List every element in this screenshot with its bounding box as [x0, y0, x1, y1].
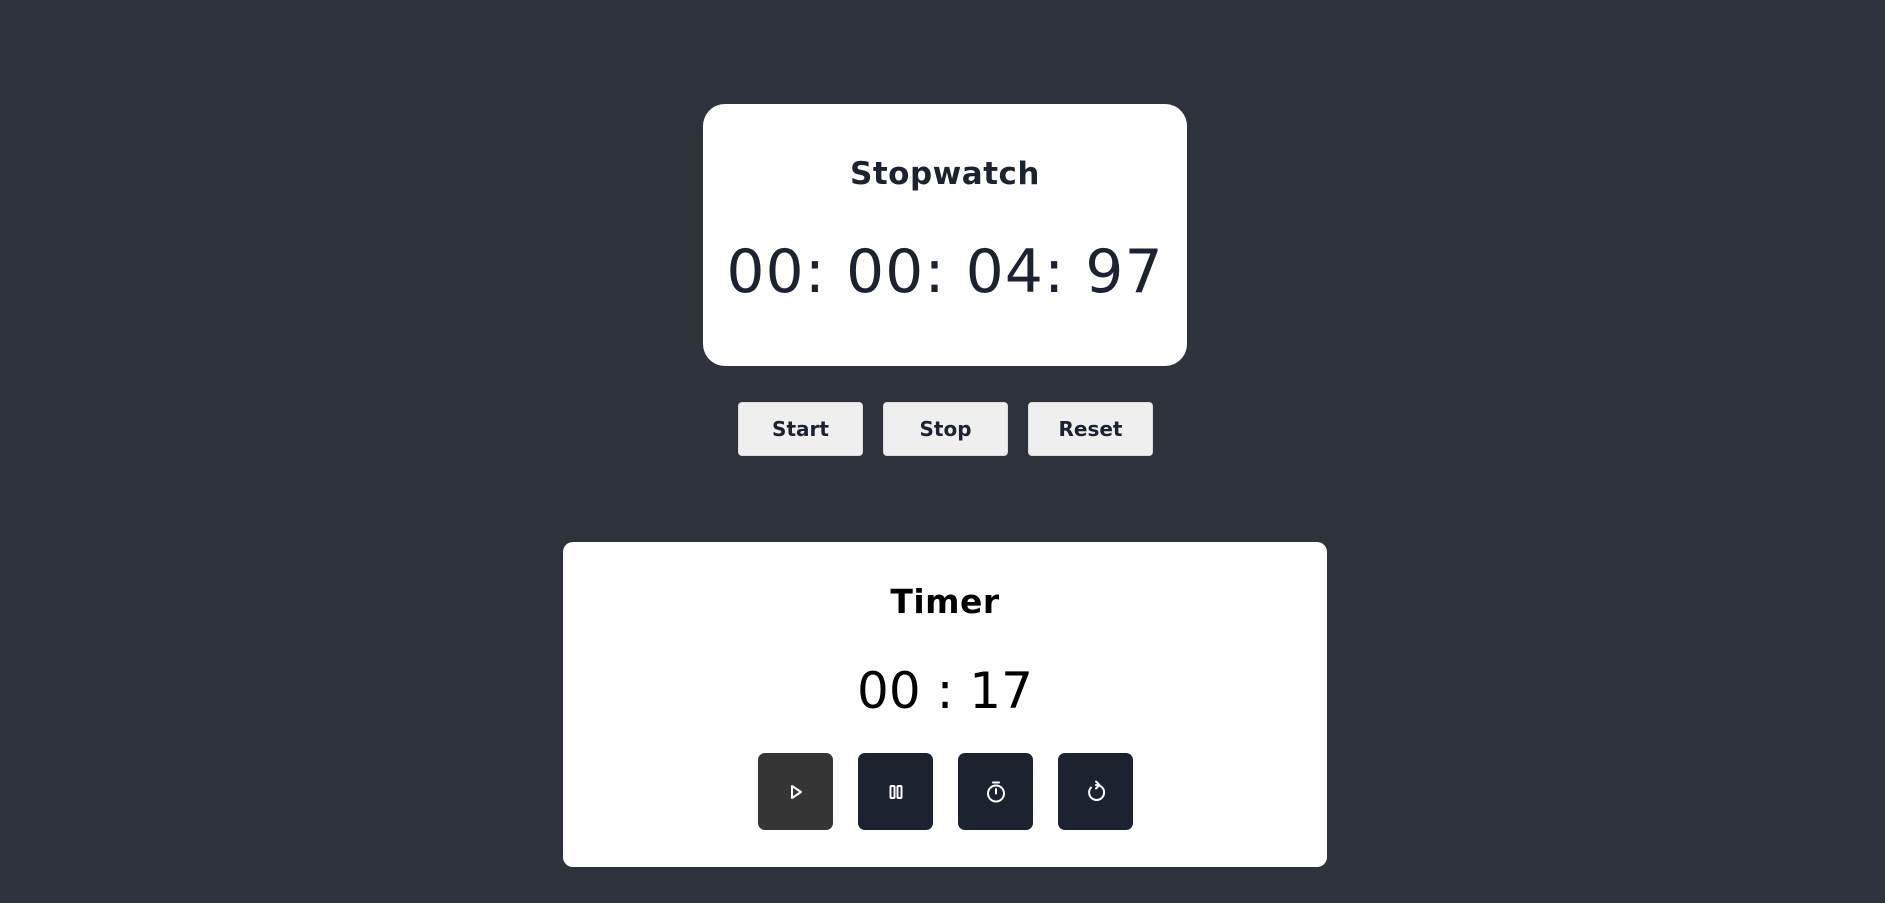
stopwatch-time-display: 00: 00: 04: 97 [726, 237, 1164, 307]
timer-set-button[interactable] [958, 753, 1033, 830]
start-button[interactable]: Start [738, 402, 863, 456]
stopwatch-icon [986, 781, 1005, 802]
timer-play-button[interactable] [758, 753, 833, 830]
timer-reset-button[interactable] [1058, 753, 1133, 830]
stopwatch-controls: Start Stop Reset [738, 402, 1153, 456]
stop-button[interactable]: Stop [883, 402, 1008, 456]
stopwatch-card: Stopwatch 00: 00: 04: 97 [703, 104, 1187, 366]
stopwatch-title: Stopwatch [850, 156, 1040, 192]
reset-button[interactable]: Reset [1028, 402, 1153, 456]
timer-pause-button[interactable] [858, 753, 933, 830]
timer-title: Timer [890, 582, 1000, 621]
pause-icon [889, 784, 902, 799]
reset-icon [1087, 780, 1105, 801]
timer-time-display: 00 : 17 [857, 662, 1033, 720]
play-icon [790, 784, 802, 799]
timer-controls [758, 753, 1133, 830]
timer-card: Timer 00 : 17 [563, 542, 1327, 867]
app-root: Stopwatch 00: 00: 04: 97 Start Stop Rese… [0, 0, 1885, 903]
